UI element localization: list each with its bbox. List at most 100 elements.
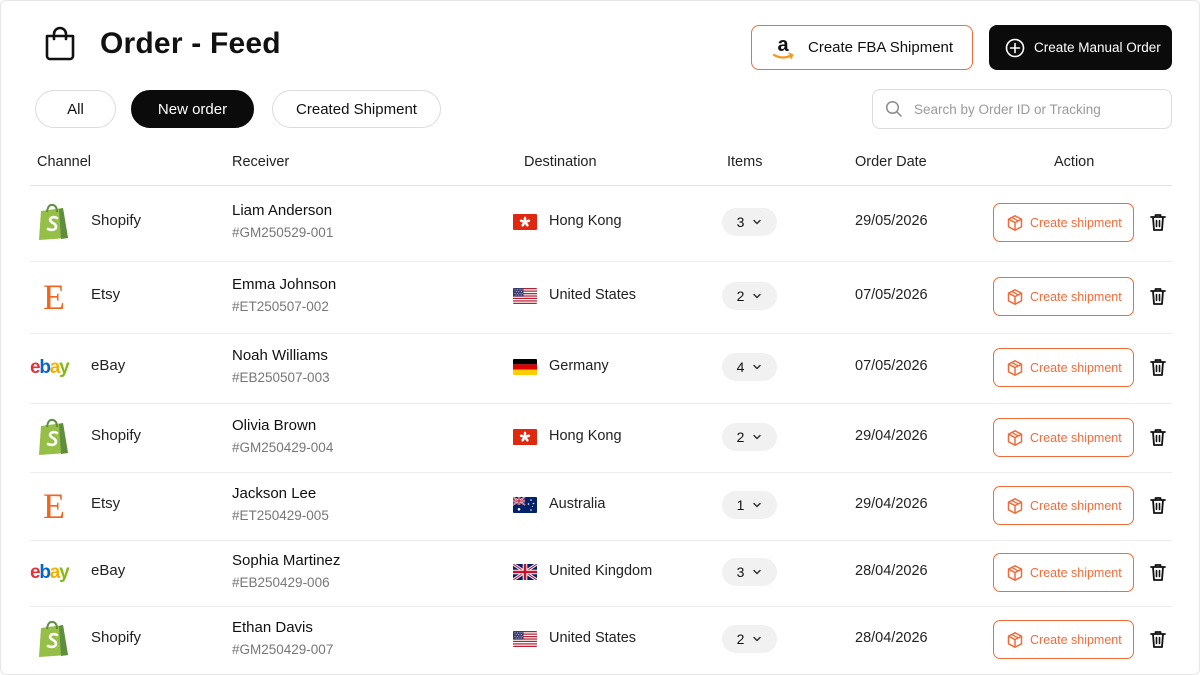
shopify-icon (30, 202, 78, 242)
items-dropdown[interactable]: 2 (722, 282, 777, 310)
destination-name: Hong Kong (549, 428, 622, 444)
tab-created-shipment[interactable]: Created Shipment (272, 90, 441, 128)
items-count: 2 (736, 429, 745, 445)
ebay-icon: ebay (30, 347, 78, 387)
column-header-order-date[interactable]: Order Date (855, 154, 927, 170)
germany-flag (513, 359, 537, 375)
svg-text:E: E (43, 279, 65, 313)
create-manual-order-button[interactable]: Create Manual Order (989, 25, 1172, 70)
svg-text:a: a (777, 34, 789, 56)
destination-name: Australia (549, 496, 606, 512)
receiver-name: Emma Johnson (232, 276, 337, 293)
column-header-channel[interactable]: Channel (37, 154, 91, 170)
etsy-icon: E (30, 485, 78, 525)
chevron-down-icon (753, 569, 762, 575)
page-title: Order - Feed (100, 27, 281, 60)
create-shipment-label: Create shipment (1030, 632, 1122, 647)
create-shipment-button[interactable]: Create shipment (993, 418, 1134, 457)
trash-icon[interactable] (1149, 286, 1167, 306)
column-header-destination[interactable]: Destination (524, 154, 597, 170)
order-id: #GM250529-001 (232, 225, 334, 240)
order-date: 07/05/2026 (855, 287, 928, 303)
order-date: 28/04/2026 (855, 563, 928, 579)
receiver-name: Noah Williams (232, 347, 328, 364)
shopify-icon (30, 417, 78, 457)
column-header-action: Action (1054, 154, 1095, 170)
package-icon (1007, 359, 1023, 376)
tab-new-order[interactable]: New order (131, 90, 254, 128)
table-row[interactable]: Shopify Liam Anderson #GM250529-001 Hong Ko… (30, 186, 1172, 262)
channel-name: Shopify (91, 629, 142, 646)
destination-name: Germany (549, 358, 609, 374)
package-icon (1007, 214, 1023, 231)
items-count: 3 (736, 214, 745, 230)
table-row[interactable]: Shopify Ethan Davis #GM250429-007 United St… (30, 607, 1172, 674)
column-header-items[interactable]: Items (727, 154, 762, 170)
channel-name: Shopify (91, 212, 142, 229)
channel-name: Etsy (91, 286, 121, 303)
trash-icon[interactable] (1149, 562, 1167, 582)
create-manual-order-label: Create Manual Order (1034, 40, 1161, 55)
chevron-down-icon (753, 502, 762, 508)
plus-circle-icon (1005, 38, 1025, 57)
table-row[interactable]: E Etsy Emma Johnson #ET250507-002 United Sta… (30, 262, 1172, 334)
package-icon (1007, 288, 1023, 305)
order-id: #ET250507-002 (232, 299, 329, 314)
trash-icon[interactable] (1149, 212, 1167, 232)
trash-icon[interactable] (1149, 629, 1167, 649)
order-id: #GM250429-004 (232, 440, 334, 455)
table-row[interactable]: ebay eBay Noah Williams #EB250507-003 German… (30, 334, 1172, 404)
order-id: #EB250429-006 (232, 575, 330, 590)
channel-name: eBay (91, 357, 126, 374)
items-dropdown[interactable]: 2 (722, 423, 777, 451)
order-date: 29/04/2026 (855, 428, 928, 444)
table-row[interactable]: ebay eBay Sophia Martinez #EB250429-006 Unit… (30, 541, 1172, 607)
chevron-down-icon (753, 293, 762, 299)
chevron-down-icon (753, 636, 762, 642)
shopify-icon (30, 619, 78, 659)
receiver-name: Ethan Davis (232, 619, 313, 636)
items-dropdown[interactable]: 1 (722, 491, 777, 519)
create-shipment-button[interactable]: Create shipment (993, 620, 1134, 659)
items-dropdown[interactable]: 3 (722, 558, 777, 586)
items-count: 1 (736, 497, 745, 513)
table-row[interactable]: E Etsy Jackson Lee #ET250429-005 Australia 1 2… (30, 473, 1172, 541)
items-count: 2 (736, 288, 745, 304)
hong-kong-flag (513, 214, 537, 230)
items-dropdown[interactable]: 4 (722, 353, 777, 381)
table-row[interactable]: Shopify Olivia Brown #GM250429-004 Hong Kon… (30, 404, 1172, 473)
create-shipment-label: Create shipment (1030, 215, 1122, 230)
trash-icon[interactable] (1149, 495, 1167, 515)
channel-name: Etsy (91, 495, 121, 512)
tab-all[interactable]: All (35, 90, 116, 128)
create-fba-shipment-button[interactable]: a Create FBA Shipment (751, 25, 973, 70)
create-shipment-button[interactable]: Create shipment (993, 553, 1134, 592)
search-icon (885, 100, 902, 117)
destination-name: United States (549, 287, 637, 303)
package-icon (1007, 631, 1023, 648)
order-date: 29/05/2026 (855, 213, 928, 229)
items-dropdown[interactable]: 2 (722, 625, 777, 653)
orders-table-body: Shopify Liam Anderson #GM250529-001 Hong Ko… (30, 186, 1172, 674)
create-shipment-label: Create shipment (1030, 565, 1122, 580)
search-box[interactable] (872, 89, 1172, 129)
svg-text:ebay: ebay (30, 357, 70, 378)
order-date: 28/04/2026 (855, 630, 928, 646)
items-dropdown[interactable]: 3 (722, 208, 777, 236)
create-shipment-button[interactable]: Create shipment (993, 203, 1134, 242)
create-shipment-button[interactable]: Create shipment (993, 486, 1134, 525)
items-count: 2 (736, 631, 745, 647)
order-date: 29/04/2026 (855, 496, 928, 512)
search-input[interactable] (914, 101, 1154, 117)
trash-icon[interactable] (1149, 357, 1167, 377)
trash-icon[interactable] (1149, 427, 1167, 447)
page-header: Order - Feed a Create FBA Shipment Creat… (1, 1, 1199, 91)
items-count: 3 (736, 564, 745, 580)
column-header-receiver[interactable]: Receiver (232, 154, 289, 170)
chevron-down-icon (753, 364, 762, 370)
channel-name: Shopify (91, 427, 142, 444)
order-id: #EB250507-003 (232, 370, 330, 385)
create-shipment-button[interactable]: Create shipment (993, 348, 1134, 387)
package-icon (1007, 564, 1023, 581)
create-shipment-button[interactable]: Create shipment (993, 277, 1134, 316)
